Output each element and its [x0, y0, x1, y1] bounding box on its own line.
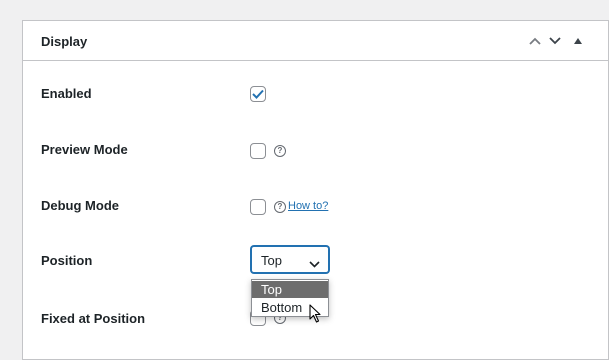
chevron-down-icon: [309, 255, 320, 273]
enabled-checkbox[interactable]: [250, 86, 266, 102]
chevron-down-icon[interactable]: [547, 33, 563, 49]
checkmark-icon: [252, 89, 264, 99]
position-select-value: Top: [261, 253, 282, 268]
position-label: Position: [41, 253, 93, 268]
enabled-label: Enabled: [41, 86, 92, 101]
debug-mode-label: Debug Mode: [41, 198, 119, 213]
fixed-at-position-label: Fixed at Position: [41, 311, 146, 326]
position-select[interactable]: Top: [251, 246, 329, 273]
preview-mode-label: Preview Mode: [41, 142, 128, 157]
help-icon[interactable]: ?: [274, 145, 286, 157]
debug-mode-checkbox[interactable]: [250, 199, 266, 215]
triangle-up-icon[interactable]: [570, 33, 586, 49]
how-to-link[interactable]: How to?: [288, 200, 328, 212]
panel-title: Display: [41, 34, 88, 49]
dropdown-option-top[interactable]: Top: [252, 281, 328, 298]
help-icon[interactable]: ?: [274, 201, 286, 213]
mouse-cursor-icon: [309, 304, 323, 329]
chevron-up-icon[interactable]: [527, 33, 543, 49]
preview-mode-checkbox[interactable]: [250, 143, 266, 159]
display-panel: Display Enabled Preview Mode ? Debug Mod…: [22, 20, 609, 360]
panel-header: Display: [23, 21, 608, 61]
